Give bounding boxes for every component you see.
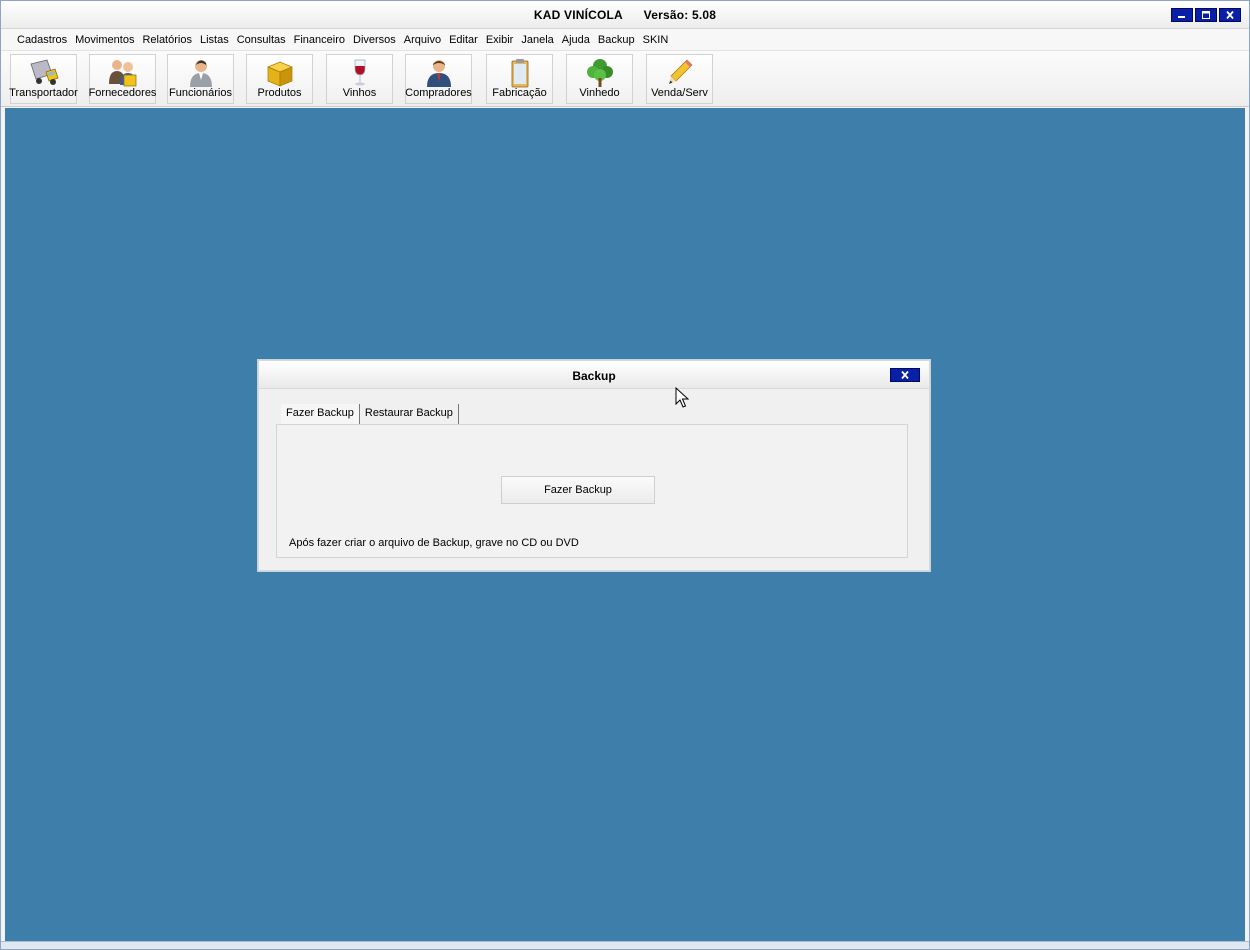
menu-relatorios[interactable]: Relatórios [138,34,196,46]
dialog-title: Backup [572,369,616,383]
vinhos-button[interactable]: Vinhos [326,54,393,104]
pencil-icon [668,59,692,84]
menu-janela[interactable]: Janela [517,34,557,46]
fornecedores-button[interactable]: Fornecedores [89,54,156,104]
tree-icon [586,59,613,87]
menu-arquivo[interactable]: Arquivo [400,34,445,46]
menu-movimentos[interactable]: Movimentos [71,34,138,46]
toolbar-label: Produtos [257,87,302,99]
toolbar: Transportador Fornecedores Funcionários [1,51,1249,107]
tab-restaurar-backup[interactable]: Restaurar Backup [360,404,459,424]
dialog-title-bar[interactable]: Backup [259,361,929,389]
produtos-button[interactable]: Produtos [246,54,313,104]
clipboard-icon [511,59,528,88]
dialog-tabs: Fazer Backup Restaurar Backup [281,404,459,424]
menu-consultas[interactable]: Consultas [233,34,290,46]
venda-serv-button[interactable]: Venda/Serv [646,54,713,104]
menu-exibir[interactable]: Exibir [482,34,518,46]
toolbar-label: Vinhedo [579,87,620,99]
window-title: KAD VINÍCOLA Versão: 5.08 [533,8,717,22]
vinhedo-button[interactable]: Vinhedo [566,54,633,104]
main-window: KAD VINÍCOLA Versão: 5.08 Cadastros Movi… [0,0,1250,950]
toolbar-label: Funcionários [169,87,232,99]
truck-icon [29,59,59,85]
menu-bar: Cadastros Movimentos Relatórios Listas C… [1,29,1249,51]
menu-listas[interactable]: Listas [196,34,233,46]
menu-financeiro[interactable]: Financeiro [290,34,349,46]
menu-cadastros[interactable]: Cadastros [13,34,71,46]
tab-panel: Fazer Backup Após fazer criar o arquivo … [276,424,908,558]
menu-editar[interactable]: Editar [445,34,482,46]
menu-diversos[interactable]: Diversos [349,34,400,46]
window-controls [1171,8,1241,22]
toolbar-label: Vinhos [342,87,377,99]
mouse-cursor-icon [675,387,689,408]
compradores-button[interactable]: Compradores [405,54,472,104]
fabricacao-button[interactable]: Fabricação [486,54,553,104]
employee-icon [189,60,212,87]
toolbar-label: Compradores [405,87,472,99]
transportador-button[interactable]: Transportador [9,54,78,104]
close-icon[interactable] [1219,8,1241,22]
title-bar[interactable]: KAD VINÍCOLA Versão: 5.08 [1,1,1249,29]
maximize-icon[interactable] [1195,8,1217,22]
suppliers-icon [108,60,136,87]
toolbar-label: Transportador [9,87,78,99]
funcionarios-button[interactable]: Funcionários [167,54,234,104]
tab-fazer-backup[interactable]: Fazer Backup [281,404,360,424]
toolbar-label: Fornecedores [88,87,157,99]
buyer-icon [426,60,451,87]
toolbar-label: Venda/Serv [651,87,708,99]
backup-dialog: Backup Fazer Backup Restaurar Backup Faz… [258,360,930,571]
status-strip [1,941,1249,949]
close-icon[interactable] [890,368,920,382]
fazer-backup-button[interactable]: Fazer Backup [501,476,655,504]
menu-skin[interactable]: SKIN [639,34,673,46]
toolbar-label: Fabricação [492,87,547,99]
menu-ajuda[interactable]: Ajuda [558,34,594,46]
wine-glass-icon [354,59,365,86]
menu-backup[interactable]: Backup [594,34,639,46]
backup-hint: Após fazer criar o arquivo de Backup, gr… [289,537,579,549]
box-icon [266,61,293,87]
minimize-icon[interactable] [1171,8,1193,22]
